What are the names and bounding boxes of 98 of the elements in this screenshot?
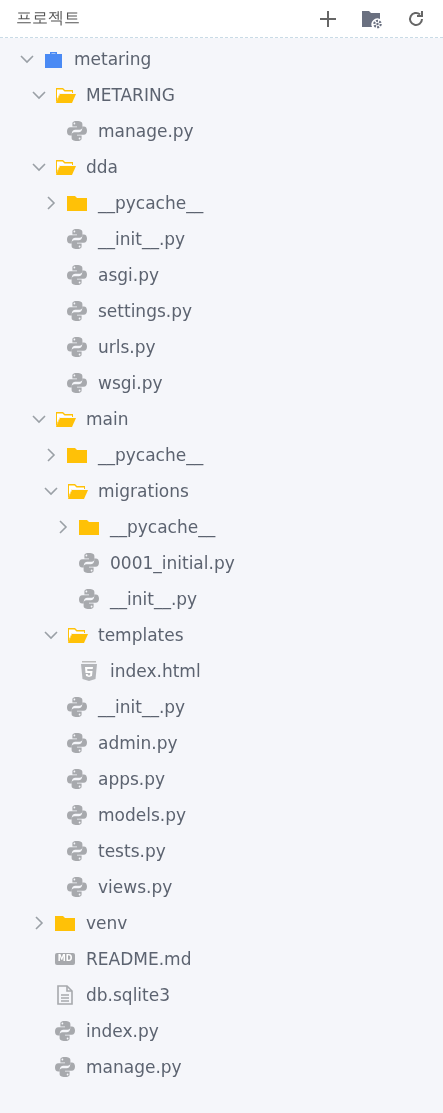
folder-icon [79, 519, 99, 535]
chevron-right-icon[interactable] [58, 520, 68, 534]
folder-icon [55, 915, 75, 931]
tree-item[interactable]: __init__.py [0, 689, 443, 725]
python-icon [66, 768, 88, 790]
tree-item[interactable]: __init__.py [0, 581, 443, 617]
briefcase-icon [43, 50, 63, 68]
python-icon [66, 372, 88, 394]
file-name: urls.py [98, 337, 156, 357]
file-name: __pycache__ [110, 517, 216, 537]
python-icon [66, 228, 88, 250]
python-icon [66, 696, 88, 718]
tree-item[interactable]: __init__.py [0, 221, 443, 257]
open-folder-icon [54, 158, 76, 176]
file-name: dda [86, 157, 118, 177]
file-name: models.py [98, 805, 187, 825]
tree-item[interactable]: __pycache__ [0, 437, 443, 473]
tree-item[interactable]: metaring [0, 41, 443, 77]
folder-icon [67, 447, 87, 463]
file-name: __init__.py [98, 697, 186, 717]
file-name: views.py [98, 877, 173, 897]
tree-item[interactable]: urls.py [0, 329, 443, 365]
python-icon [66, 120, 88, 142]
python-icon [78, 588, 100, 610]
python-icon [66, 732, 88, 754]
file-name: migrations [98, 481, 189, 501]
chevron-down-icon[interactable] [20, 54, 34, 64]
file-name: admin.py [98, 733, 178, 753]
chevron-down-icon[interactable] [32, 414, 46, 424]
file-name: wsgi.py [98, 373, 163, 393]
text-file-icon [57, 985, 73, 1005]
tree-item[interactable]: admin.py [0, 725, 443, 761]
tree-item[interactable]: asgi.py [0, 257, 443, 293]
open-folder-icon [66, 482, 88, 500]
python-icon [78, 552, 100, 574]
tree-item[interactable]: manage.py [0, 113, 443, 149]
file-name: tests.py [98, 841, 166, 861]
tree-item[interactable]: manage.py [0, 1049, 443, 1085]
file-name: index.html [110, 661, 201, 681]
tree-item[interactable]: templates [0, 617, 443, 653]
tree-item[interactable]: main [0, 401, 443, 437]
chevron-right-icon[interactable] [46, 448, 56, 462]
file-name: index.py [86, 1021, 159, 1041]
python-icon [66, 876, 88, 898]
chevron-down-icon[interactable] [32, 90, 46, 100]
tree-item[interactable]: dda [0, 149, 443, 185]
file-name: venv [86, 913, 128, 933]
tree-item[interactable]: METARING [0, 77, 443, 113]
file-name: __pycache__ [98, 193, 204, 213]
file-name: apps.py [98, 769, 166, 789]
file-name: __init__.py [110, 589, 198, 609]
chevron-down-icon[interactable] [44, 630, 58, 640]
open-folder-icon [66, 626, 88, 644]
file-name: metaring [74, 49, 152, 69]
file-name: templates [98, 625, 184, 645]
tree-item[interactable]: index.html [0, 653, 443, 689]
python-icon [66, 300, 88, 322]
python-icon [54, 1056, 76, 1078]
panel-title: 프로젝트 [16, 8, 81, 29]
python-icon [66, 804, 88, 826]
folder-icon [67, 195, 87, 211]
file-name: main [86, 409, 129, 429]
file-name: db.sqlite3 [86, 985, 171, 1005]
tree-item[interactable]: views.py [0, 869, 443, 905]
chevron-right-icon[interactable] [46, 196, 56, 210]
html-file-icon [80, 660, 98, 682]
chevron-down-icon[interactable] [44, 486, 58, 496]
tree-item[interactable]: 0001_initial.py [0, 545, 443, 581]
python-icon [66, 264, 88, 286]
tree-item[interactable]: settings.py [0, 293, 443, 329]
tree-item[interactable]: __pycache__ [0, 185, 443, 221]
tree-item[interactable]: tests.py [0, 833, 443, 869]
python-icon [66, 840, 88, 862]
file-name: README.md [86, 949, 192, 969]
file-name: asgi.py [98, 265, 160, 285]
tree-item[interactable]: db.sqlite3 [0, 977, 443, 1013]
file-name: settings.py [98, 301, 193, 321]
file-name: METARING [86, 85, 175, 105]
python-icon [66, 336, 88, 358]
tree-item[interactable]: wsgi.py [0, 365, 443, 401]
chevron-down-icon[interactable] [32, 162, 46, 172]
markdown-file-icon: MD [54, 953, 76, 965]
python-icon [54, 1020, 76, 1042]
tree-item[interactable]: venv [0, 905, 443, 941]
tree-item[interactable]: models.py [0, 797, 443, 833]
file-name: manage.py [86, 1057, 182, 1077]
tree-item[interactable]: index.py [0, 1013, 443, 1049]
open-folder-icon [54, 410, 76, 428]
tree-item[interactable]: apps.py [0, 761, 443, 797]
tree-item[interactable]: migrations [0, 473, 443, 509]
open-folder-icon [54, 86, 76, 104]
file-name: manage.py [98, 121, 194, 141]
chevron-right-icon[interactable] [34, 916, 44, 930]
file-name: __pycache__ [98, 445, 204, 465]
tree-item[interactable]: __pycache__ [0, 509, 443, 545]
tree-item[interactable]: MD README.md [0, 941, 443, 977]
file-name: __init__.py [98, 229, 186, 249]
file-name: 0001_initial.py [110, 553, 235, 573]
